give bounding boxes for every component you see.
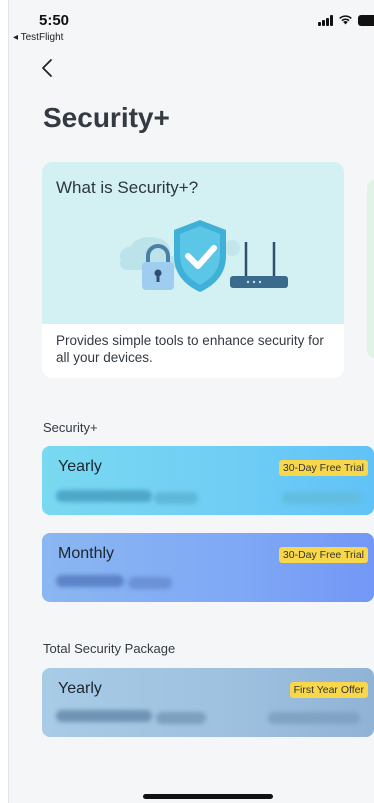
blurred-secondary-price (268, 712, 360, 724)
cellular-signal-icon (318, 15, 333, 26)
blurred-price (56, 575, 124, 587)
plan-card-total-security-yearly[interactable]: Yearly First Year Offer (42, 668, 374, 737)
battery-icon (358, 15, 374, 26)
info-card-description: Provides simple tools to enhance securit… (56, 333, 324, 365)
section-label-security-plus: Security+ (43, 420, 98, 435)
app-screen: 5:50 ◂ TestFlight Security+ What is Secu… (8, 0, 374, 803)
section-label-total-security: Total Security Package (43, 641, 176, 656)
info-card[interactable]: What is Security+? Provides simple tools… (42, 162, 344, 378)
page-title: Security+ (43, 102, 170, 133)
info-card-title: What is Security+? (56, 178, 199, 197)
plan-name: Yearly (58, 458, 102, 475)
blurred-price (56, 710, 152, 722)
blurred-price-unit (128, 577, 172, 589)
back-button[interactable] (41, 58, 53, 83)
status-bar: 5:50 ◂ TestFlight (9, 0, 374, 46)
status-icons (318, 14, 374, 27)
trial-badge: 30-Day Free Trial (278, 460, 368, 476)
blurred-price (56, 490, 152, 502)
chevron-left-icon (42, 59, 52, 77)
home-indicator[interactable] (143, 794, 273, 799)
plan-name: Yearly (58, 680, 102, 697)
blurred-secondary-price (282, 492, 362, 504)
blurred-price-unit (156, 712, 206, 724)
info-card-banner: What is Security+? (42, 162, 344, 324)
back-to-testflight-link[interactable]: ◂ TestFlight (13, 32, 63, 43)
offer-badge: First Year Offer (289, 682, 368, 698)
status-time: 5:50 (39, 12, 70, 29)
wifi-icon (338, 14, 353, 27)
plan-name: Monthly (58, 545, 115, 562)
plan-card-security-yearly[interactable]: Yearly 30-Day Free Trial (42, 446, 374, 515)
trial-badge: 30-Day Free Trial (278, 547, 368, 563)
blurred-price-unit (154, 492, 198, 504)
plan-card-security-monthly[interactable]: Monthly 30-Day Free Trial (42, 533, 374, 602)
shield-lock-router-illustration (120, 220, 288, 292)
next-info-card-peek[interactable] (367, 180, 374, 358)
